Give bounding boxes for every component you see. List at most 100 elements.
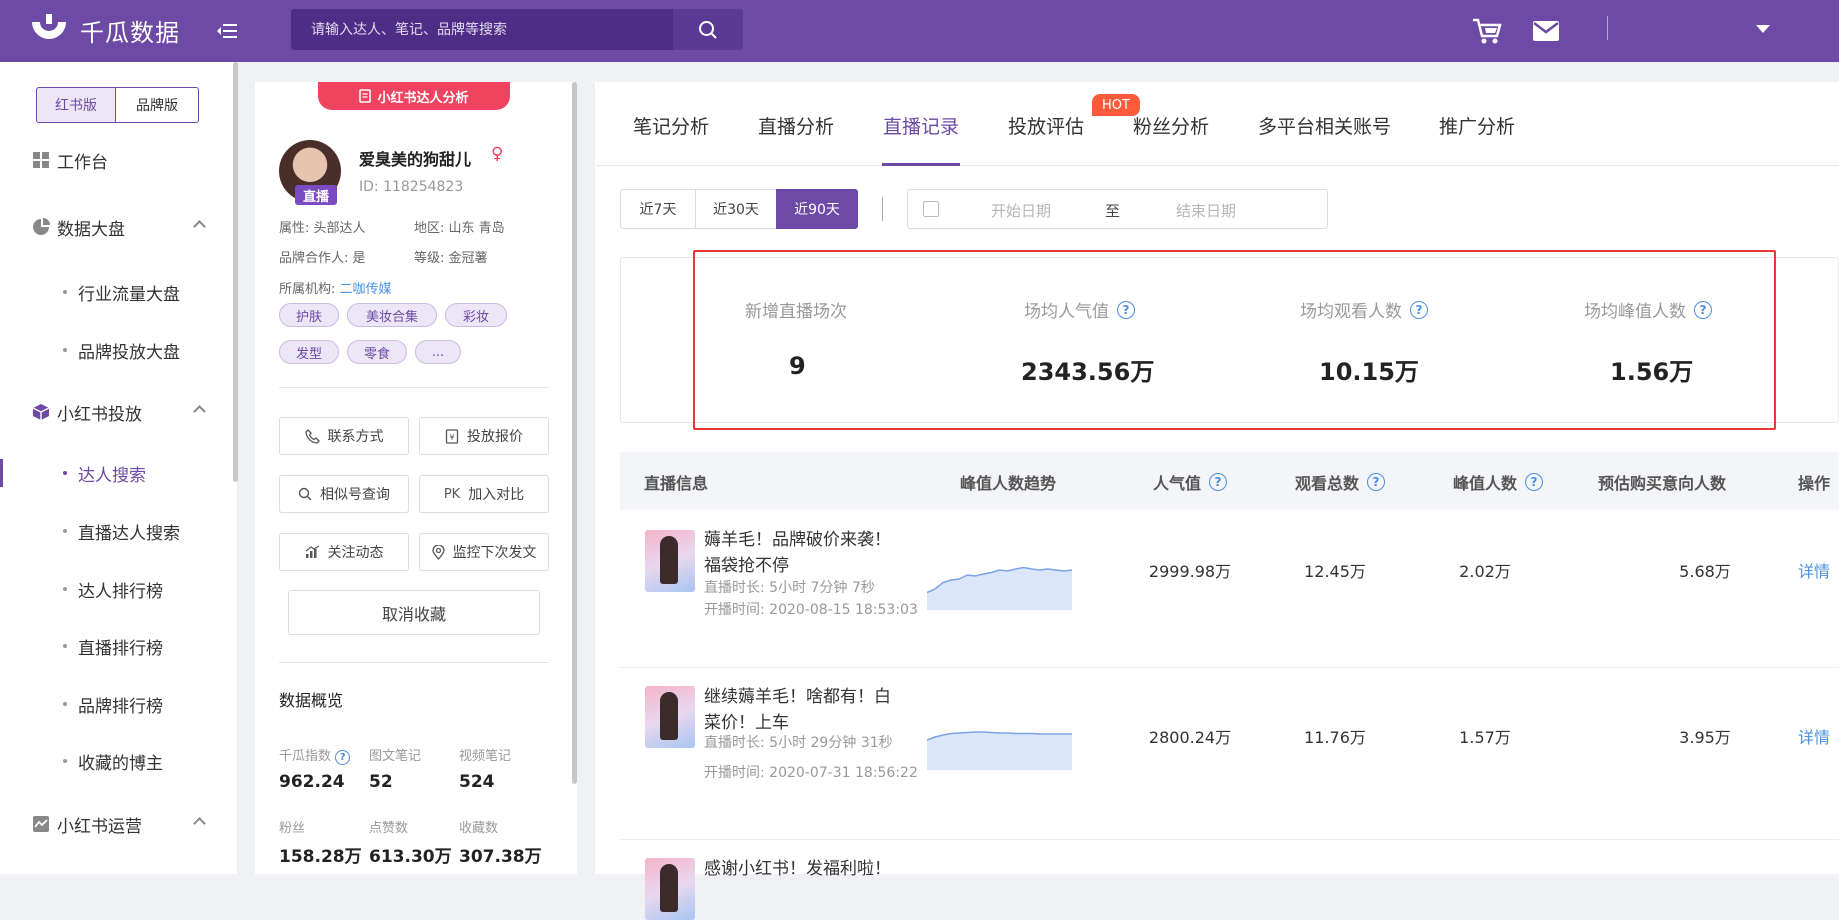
- help-icon[interactable]: ?: [1367, 473, 1386, 491]
- bullet-dot: [63, 529, 67, 533]
- tag-snacks[interactable]: 零食: [347, 340, 407, 364]
- sidebar-item-label: 工作台: [57, 152, 108, 173]
- sidebar-subitem-industry-traffic[interactable]: 行业流量大盘: [0, 272, 233, 312]
- monitor-next-post-button[interactable]: 监控下次发文: [419, 533, 549, 571]
- help-icon[interactable]: ?: [335, 750, 351, 765]
- stat-value-video-notes: 524: [459, 772, 495, 792]
- divider: [279, 387, 549, 388]
- range-30-days[interactable]: 近30天: [695, 189, 777, 229]
- female-gender-icon: ♀: [491, 144, 504, 164]
- tab-note-analysis[interactable]: 笔记分析: [633, 112, 709, 139]
- sidebar-subitem-brand-ads-board[interactable]: 品牌投放大盘: [0, 330, 233, 370]
- sidebar-subitem-kol-search[interactable]: 达人搜索: [0, 453, 233, 493]
- stat-value-qiangua-index: 962.24: [279, 772, 345, 792]
- uncollect-button[interactable]: 取消收藏: [288, 590, 540, 635]
- stat-label-qiangua-index: 千瓜指数 ?: [279, 745, 351, 765]
- contact-button[interactable]: 联系方式: [279, 417, 409, 455]
- sidebar-item-data-board[interactable]: 数据大盘: [0, 205, 233, 249]
- range-90-days[interactable]: 近90天: [776, 189, 858, 229]
- mail-icon[interactable]: [1532, 20, 1560, 42]
- kol-region: 地区: 山东 青岛: [414, 221, 505, 236]
- sidebar-item-xhs-ads[interactable]: 小红书投放: [0, 390, 233, 434]
- live-cover-thumbnail[interactable]: [645, 858, 695, 920]
- sidebar-subitem-live-ranking[interactable]: 直播排行榜: [0, 626, 233, 666]
- version-switch: 红书版 品牌版: [36, 87, 199, 123]
- live-title[interactable]: 感谢小红书！发福利啦！: [704, 856, 964, 882]
- help-icon[interactable]: ?: [1525, 473, 1544, 491]
- kol-agency-link[interactable]: 二咖传媒: [340, 282, 392, 297]
- tab-promotion-analysis[interactable]: 推广分析: [1439, 112, 1515, 139]
- sidebar-subitem-label: 达人搜索: [78, 465, 146, 486]
- phone-icon: [304, 428, 320, 444]
- kol-attribute: 属性: 头部达人: [279, 221, 366, 236]
- search-input[interactable]: [291, 9, 673, 50]
- tag-more[interactable]: ...: [415, 340, 461, 364]
- live-title[interactable]: 薅羊毛！品牌破价来袭！福袋抢不停: [704, 527, 899, 579]
- sidebar-scrollbar[interactable]: [233, 62, 238, 482]
- search-icon: [699, 20, 717, 39]
- user-menu-chevron-down-icon[interactable]: [1756, 25, 1770, 33]
- brand-logo[interactable]: 千瓜数据: [28, 12, 180, 48]
- version-tab-brand[interactable]: 品牌版: [116, 87, 199, 123]
- end-date-input[interactable]: 结束日期: [1176, 200, 1236, 221]
- detail-link[interactable]: 详情: [1798, 724, 1830, 748]
- tab-fans-analysis[interactable]: 粉丝分析: [1133, 112, 1209, 139]
- table-row[interactable]: 感谢小红书！发福利啦！: [620, 840, 1839, 920]
- cell-peak-viewers: 2.02万: [1459, 562, 1511, 581]
- version-tab-xhs[interactable]: 红书版: [36, 87, 116, 123]
- sidebar-item-workbench[interactable]: 工作台: [0, 138, 233, 182]
- sidebar-subitem-live-kol-search[interactable]: 直播达人搜索: [0, 511, 233, 551]
- svg-text:¥: ¥: [449, 433, 454, 442]
- detail-link[interactable]: 详情: [1798, 558, 1830, 582]
- table-row[interactable]: 薅羊毛！品牌破价来袭！福袋抢不停 直播时长: 5小时 7分钟 7秒 开播时间: …: [620, 510, 1839, 668]
- tab-live-analysis[interactable]: 直播分析: [758, 112, 834, 139]
- bullet-dot: [63, 759, 67, 763]
- trend-board-icon: [33, 816, 49, 832]
- cart-icon[interactable]: [1472, 17, 1502, 45]
- tab-multi-platform-accounts[interactable]: 多平台相关账号: [1258, 112, 1391, 139]
- sidebar-subitem-saved-bloggers[interactable]: 收藏的博主: [0, 741, 233, 781]
- bar-chart-icon: [305, 545, 319, 558]
- chevron-up-icon: [193, 405, 206, 418]
- live-cover-thumbnail[interactable]: [645, 530, 695, 592]
- cell-popularity: 2999.98万: [1148, 562, 1232, 581]
- date-range-picker[interactable]: 开始日期 至 结束日期: [907, 189, 1328, 229]
- contact-button-label: 联系方式: [327, 429, 384, 445]
- column-header-peak-viewers[interactable]: 峰值人数?: [1453, 470, 1544, 494]
- table-row[interactable]: 继续薅羊毛！啥都有！白菜价！上车 直播时长: 5小时 29分钟 31秒 开播时间…: [620, 668, 1839, 840]
- tag-skincare[interactable]: 护肤: [279, 303, 339, 327]
- sidebar-item-xhs-ops[interactable]: 小红书运营: [0, 802, 233, 846]
- tab-ad-evaluation[interactable]: 投放评估: [1008, 112, 1084, 139]
- quote-button[interactable]: ¥ 投放报价: [419, 417, 549, 455]
- profile-scrollbar[interactable]: [572, 82, 577, 784]
- live-start-time: 开播时间: 2020-08-15 18:53:03: [704, 602, 918, 618]
- help-icon[interactable]: ?: [1209, 473, 1228, 491]
- range-7-days[interactable]: 近7天: [620, 189, 696, 229]
- tag-cosmetics[interactable]: 彩妆: [445, 303, 507, 327]
- kol-level: 等级: 金冠薯: [414, 251, 488, 266]
- menu-collapse-icon[interactable]: [214, 18, 240, 44]
- stat-value-likes: 613.30万: [369, 847, 452, 867]
- profile-banner: 小红书达人分析: [318, 82, 510, 110]
- quote-button-label: 投放报价: [467, 429, 523, 445]
- live-title[interactable]: 继续薅羊毛！啥都有！白菜价！上车: [704, 684, 899, 736]
- live-duration: 直播时长: 5小时 7分钟 7秒: [704, 580, 875, 596]
- sidebar-subitem-brand-ranking[interactable]: 品牌排行榜: [0, 684, 233, 724]
- document-icon: [359, 89, 372, 103]
- cell-peak-viewers: 1.57万: [1459, 728, 1511, 747]
- stat-value-fans: 158.28万: [279, 847, 362, 867]
- similar-search-button[interactable]: 相似号查询: [279, 475, 409, 513]
- sidebar-subitem-kol-ranking[interactable]: 达人排行榜: [0, 569, 233, 609]
- start-date-input[interactable]: 开始日期: [991, 200, 1051, 221]
- add-compare-button[interactable]: PK 加入对比: [419, 475, 549, 513]
- column-header-total-views[interactable]: 观看总数?: [1295, 470, 1386, 494]
- search-button[interactable]: [673, 9, 743, 50]
- tag-makeup-collection[interactable]: 美妆合集: [347, 303, 437, 327]
- tab-live-records[interactable]: 直播记录: [883, 112, 959, 139]
- tag-hairstyle[interactable]: 发型: [279, 340, 339, 364]
- column-header-popularity[interactable]: 人气值?: [1153, 470, 1228, 494]
- follow-updates-button[interactable]: 关注动态: [279, 533, 409, 571]
- live-cover-thumbnail[interactable]: [645, 686, 695, 748]
- sidebar-subitem-label: 品牌排行榜: [78, 696, 163, 717]
- date-range-separator: 至: [1105, 202, 1121, 220]
